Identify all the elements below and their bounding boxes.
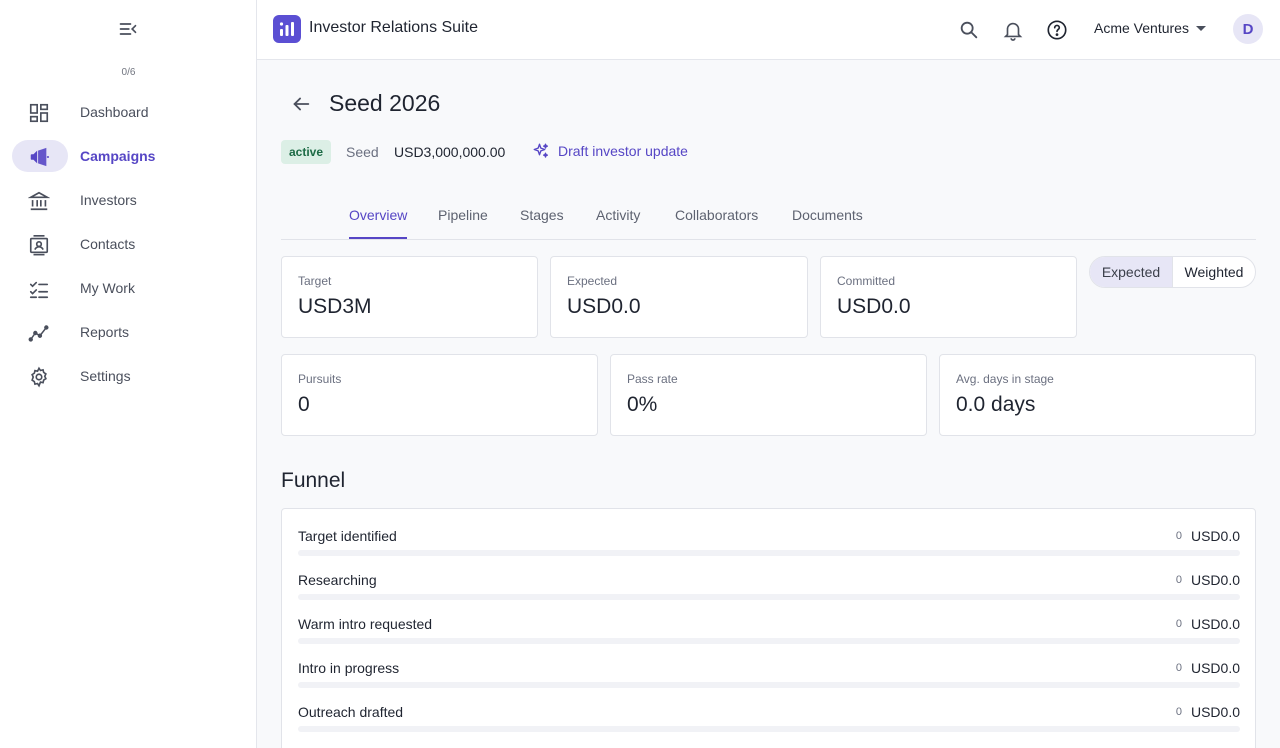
sidebar-item-label: Reports [80, 324, 130, 340]
draft-investor-update-label: Draft investor update [558, 143, 688, 159]
sidebar-item-settings[interactable]: Settings [12, 360, 244, 392]
metric-card-expected: Expected USD0.0 [550, 256, 808, 338]
metric-label: Pass rate [627, 372, 678, 386]
funnel-stage-name: Outreach drafted [298, 704, 404, 720]
funnel-progress-bar [298, 638, 1240, 644]
funnel-stage-name: Researching [298, 572, 377, 588]
chevron-down-icon [1195, 26, 1206, 31]
bank-icon [27, 189, 51, 213]
sidebar-item-reports[interactable]: Reports [12, 316, 244, 348]
campaign-amount: USD3,000,000.00 [394, 144, 506, 160]
funnel-stage-count: 0 [1175, 662, 1182, 674]
gear-icon [27, 365, 51, 389]
org-name: Acme Ventures [1094, 20, 1189, 36]
search-icon[interactable] [957, 18, 981, 42]
metric-label: Target [298, 274, 332, 288]
app-logo-icon [273, 15, 301, 43]
sidebar-item-campaigns[interactable]: Campaigns [12, 140, 244, 172]
page-title: Seed 2026 [329, 90, 441, 116]
top-bar: Investor Relations Suite Acme Ventures D [257, 0, 1280, 60]
avatar[interactable]: D [1233, 14, 1263, 44]
metric-value: 0.0 days [956, 393, 1036, 416]
dashboard-icon [27, 101, 51, 125]
funnel-row: Researching 0 USD0.0 [298, 565, 1240, 609]
metric-value: USD3M [298, 295, 372, 318]
tab-documents[interactable]: Documents [792, 207, 863, 223]
metric-value: 0% [627, 393, 658, 416]
funnel-stage-count: 0 [1175, 574, 1182, 586]
sidebar: 0/6 Dashboard Campaigns Investors Contac… [0, 0, 257, 748]
trend-icon [27, 321, 51, 345]
funnel-row: Warm intro requested 0 USD0.0 [298, 609, 1240, 653]
funnel-stage-count: 0 [1175, 618, 1182, 630]
tab-pipeline[interactable]: Pipeline [438, 207, 488, 223]
sidebar-item-label: Contacts [80, 236, 136, 252]
funnel-progress-bar [298, 594, 1240, 600]
funnel-progress-bar [298, 550, 1240, 556]
sidebar-item-label: Settings [80, 368, 131, 384]
sidebar-item-my-work[interactable]: My Work [12, 272, 244, 304]
sidebar-item-label: My Work [80, 280, 135, 296]
funnel-card: Target identified 0 USD0.0 Researching 0… [281, 508, 1256, 748]
metric-value: USD0.0 [567, 295, 641, 318]
metric-label: Committed [837, 274, 896, 288]
app-title: Investor Relations Suite [309, 19, 478, 36]
metric-card-committed: Committed USD0.0 [820, 256, 1077, 338]
toggle-weighted[interactable]: Weighted [1172, 257, 1255, 287]
funnel-row: Target identified 0 USD0.0 [298, 521, 1240, 565]
funnel-stage-value: USD0.0 [1190, 572, 1240, 588]
funnel-progress-bar [298, 726, 1240, 732]
back-arrow-icon[interactable] [289, 92, 313, 116]
funnel-row: Intro in progress 0 USD0.0 [298, 653, 1240, 697]
funnel-row: Outreach drafted 0 USD0.0 [298, 697, 1240, 741]
metric-card-pursuits: Pursuits 0 [281, 354, 598, 436]
sidebar-nav: Dashboard Campaigns Investors Contacts M… [12, 96, 244, 404]
tab-overview[interactable]: Overview [349, 207, 407, 223]
funnel-stage-name: Intro in progress [298, 660, 400, 676]
funnel-stage-name: Warm intro requested [298, 616, 433, 632]
toggle-expected[interactable]: Expected [1090, 257, 1172, 287]
funnel-stage-value: USD0.0 [1190, 660, 1240, 676]
bell-icon[interactable] [1001, 18, 1025, 42]
metric-card-target: Target USD3M [281, 256, 538, 338]
tab-stages[interactable]: Stages [520, 207, 564, 223]
contact-card-icon [27, 233, 51, 257]
checklist-icon [27, 277, 51, 301]
funnel-progress-bar [298, 682, 1240, 688]
help-icon[interactable] [1045, 18, 1069, 42]
sidebar-item-contacts[interactable]: Contacts [12, 228, 244, 260]
draft-investor-update-button[interactable]: Draft investor update [532, 142, 688, 160]
megaphone-icon [27, 145, 51, 169]
metric-card-avg-days: Avg. days in stage 0.0 days [939, 354, 1256, 436]
sidebar-item-label: Investors [80, 192, 137, 208]
funnel-stage-value: USD0.0 [1190, 616, 1240, 632]
status-badge: active [281, 140, 332, 164]
metric-value: 0 [298, 393, 310, 416]
collapse-menu-icon[interactable] [116, 17, 140, 41]
funnel-stage-count: 0 [1175, 706, 1182, 718]
funnel-stage-value: USD0.0 [1190, 528, 1240, 544]
tab-bar: Overview Pipeline Stages Activity Collab… [281, 196, 1256, 240]
sidebar-counter: 0/6 [121, 67, 136, 78]
metric-value: USD0.0 [837, 295, 911, 318]
sidebar-item-investors[interactable]: Investors [12, 184, 244, 216]
active-tab-indicator [349, 237, 407, 239]
tab-collaborators[interactable]: Collaborators [675, 207, 758, 223]
expected-weighted-toggle: Expected Weighted [1089, 256, 1256, 288]
sparkle-icon [533, 143, 549, 158]
funnel-stage-value: USD0.0 [1190, 704, 1240, 720]
funnel-title: Funnel [281, 469, 346, 492]
sidebar-item-label: Campaigns [80, 148, 156, 164]
metric-label: Avg. days in stage [956, 372, 1054, 386]
metric-label: Pursuits [298, 372, 342, 386]
metric-card-pass-rate: Pass rate 0% [610, 354, 927, 436]
funnel-stage-count: 0 [1175, 530, 1182, 542]
funnel-stage-name: Target identified [298, 528, 397, 544]
sidebar-item-label: Dashboard [80, 104, 149, 120]
org-switcher[interactable]: Acme Ventures [1094, 20, 1207, 36]
metric-label: Expected [567, 274, 618, 288]
tab-activity[interactable]: Activity [596, 207, 640, 223]
campaign-stage: Seed [346, 144, 379, 160]
sidebar-item-dashboard[interactable]: Dashboard [12, 96, 244, 128]
